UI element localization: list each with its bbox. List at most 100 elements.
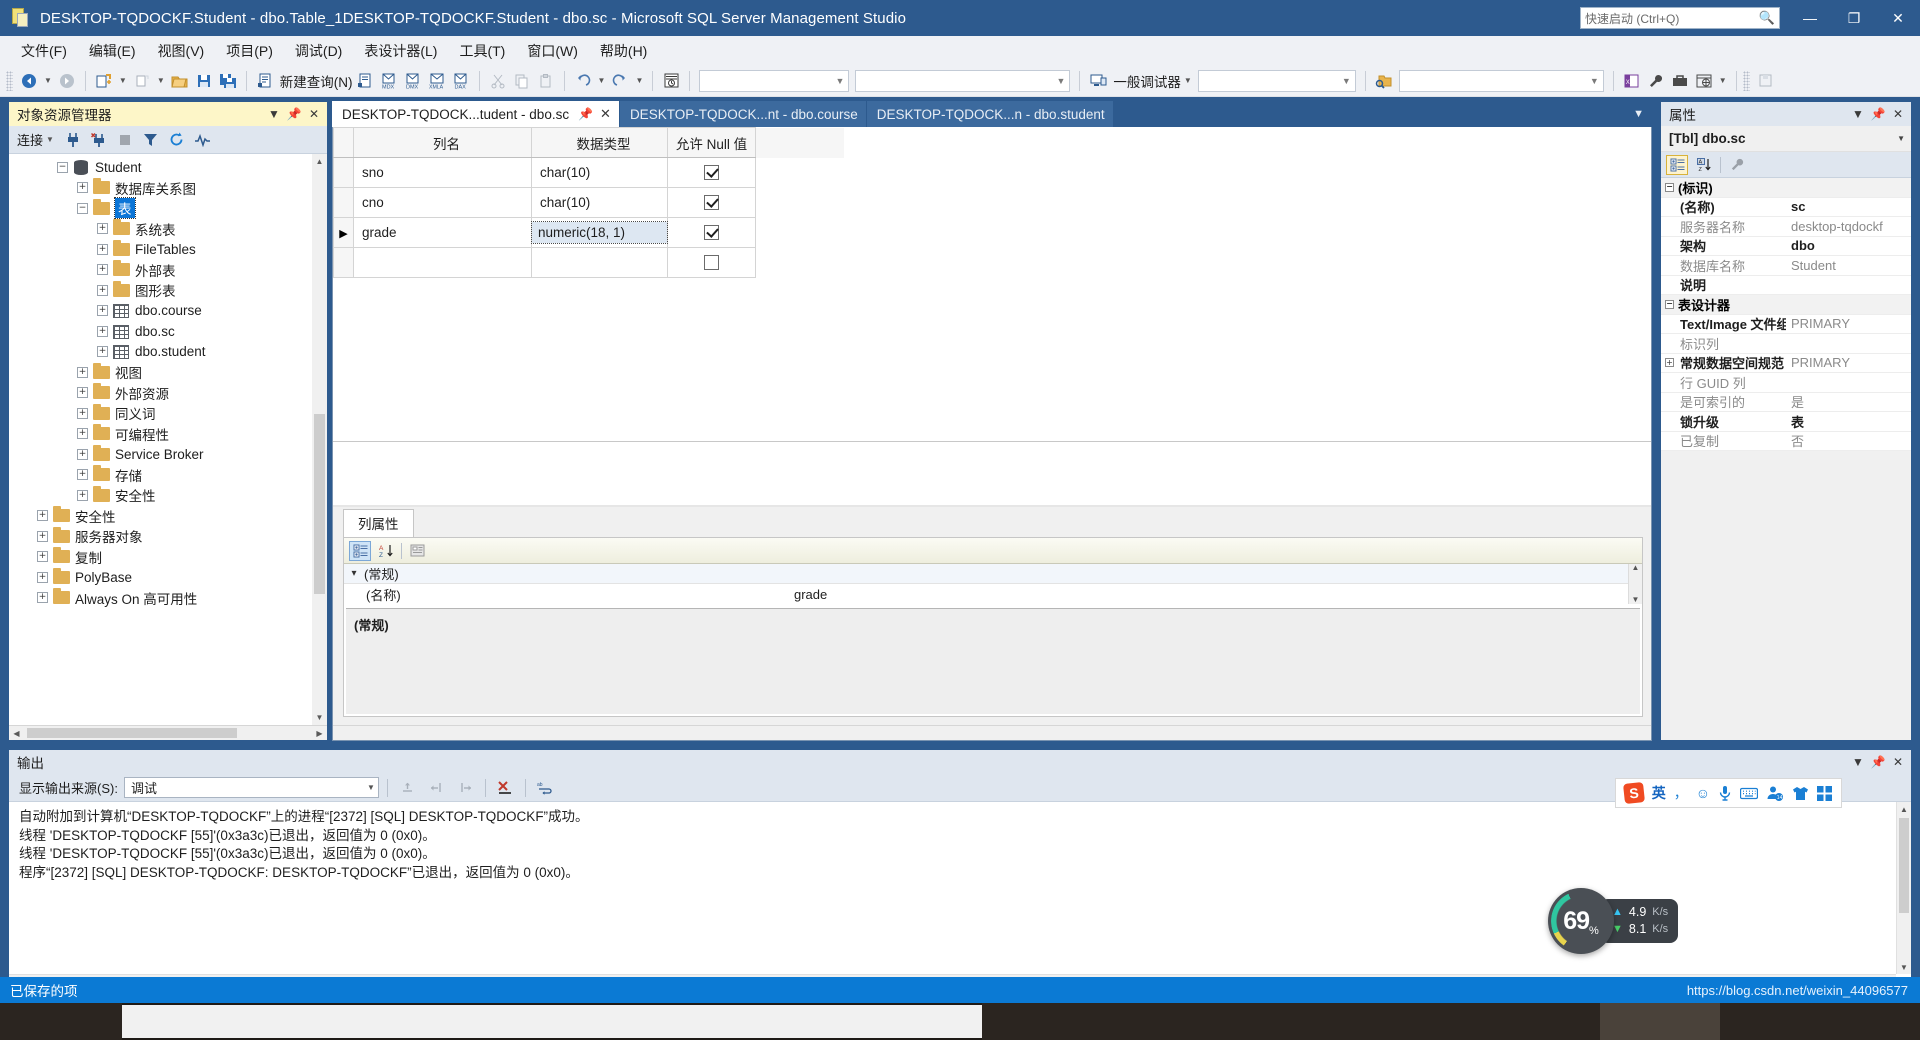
new-query-label[interactable]: 新建查询(N) bbox=[277, 71, 353, 91]
column-definition-grid[interactable]: 列名 数据类型 允许 Null 值 sno char(10) cno char(10)… bbox=[333, 127, 1651, 442]
new-dax-query-icon[interactable]: DAX bbox=[449, 69, 473, 93]
alphabetical-sort-icon[interactable]: AZ bbox=[375, 541, 397, 561]
scroll-down-icon[interactable]: ▼ bbox=[1632, 596, 1640, 604]
toolbar-grip-2[interactable] bbox=[1742, 70, 1750, 91]
chevron-down-icon[interactable]: ▼ bbox=[835, 76, 844, 86]
alphabetical-sort-icon[interactable]: AZ bbox=[1693, 155, 1715, 175]
expand-icon[interactable]: + bbox=[37, 592, 48, 604]
expand-icon[interactable]: + bbox=[37, 530, 48, 542]
available-databases-combo[interactable]: ▼ bbox=[855, 69, 1071, 92]
menu-edit[interactable]: 编辑(E) bbox=[78, 37, 147, 65]
scroll-up-icon[interactable]: ▲ bbox=[1632, 564, 1640, 572]
taskbar-active-window[interactable] bbox=[122, 1005, 982, 1038]
redo-icon[interactable] bbox=[608, 69, 632, 93]
menu-table-designer[interactable]: 表设计器(L) bbox=[353, 37, 448, 65]
toolbar-grip[interactable] bbox=[6, 70, 13, 91]
tab-list-dropdown-icon[interactable]: ▼ bbox=[1625, 101, 1652, 127]
property-row[interactable]: 服务器名称 desktop-tqdockf bbox=[1661, 217, 1911, 237]
new-project-dropdown-icon[interactable]: ▼ bbox=[116, 76, 130, 85]
new-xmla-query-icon[interactable]: XMLA bbox=[425, 69, 449, 93]
new-mdx-query-icon[interactable]: MDX bbox=[377, 69, 401, 93]
ime-user-center-icon[interactable]: 14 bbox=[1766, 785, 1784, 801]
row-selector-cell[interactable] bbox=[333, 247, 354, 278]
tab-dbo-student[interactable]: DESKTOP-TQDOCK...n - dbo.student bbox=[866, 101, 1113, 127]
pin-icon[interactable]: 📌 bbox=[1869, 753, 1887, 771]
expand-icon[interactable]: + bbox=[97, 264, 108, 276]
tree-item[interactable]: + PolyBase bbox=[9, 567, 327, 588]
tree-item[interactable]: + 系统表 bbox=[9, 219, 327, 240]
header-data-type[interactable]: 数据类型 bbox=[531, 127, 668, 158]
collapse-icon[interactable]: − bbox=[1661, 182, 1678, 192]
property-value[interactable]: dbo bbox=[1786, 238, 1911, 253]
cell-allow-nulls[interactable] bbox=[667, 187, 756, 218]
add-item-dropdown-icon[interactable]: ▼ bbox=[154, 76, 168, 85]
menu-file[interactable]: 文件(F) bbox=[10, 37, 78, 65]
expand-icon[interactable]: + bbox=[77, 182, 88, 194]
activity-monitor-icon[interactable] bbox=[191, 129, 215, 151]
new-analysis-query-icon[interactable] bbox=[353, 69, 377, 93]
expand-icon[interactable]: + bbox=[37, 510, 48, 522]
property-value[interactable]: Student bbox=[1786, 258, 1911, 273]
expand-icon[interactable]: + bbox=[97, 223, 108, 235]
ime-skin-icon[interactable] bbox=[1792, 786, 1809, 801]
undo-dropdown-icon[interactable]: ▼ bbox=[595, 76, 609, 85]
tree-horizontal-scrollbar[interactable]: ◀ ▶ bbox=[9, 725, 327, 740]
tree-item[interactable]: + 安全性 bbox=[9, 506, 327, 527]
tree-item[interactable]: + dbo.course bbox=[9, 301, 327, 322]
cell-column-name[interactable] bbox=[353, 247, 532, 278]
expand-icon[interactable]: + bbox=[77, 407, 88, 419]
disconnect-icon[interactable] bbox=[87, 129, 111, 151]
property-value[interactable]: desktop-tqdockf bbox=[1786, 219, 1911, 234]
tree-item[interactable]: + 服务器对象 bbox=[9, 526, 327, 547]
debug-process-combo[interactable]: ▼ bbox=[1197, 69, 1356, 92]
scroll-up-icon[interactable]: ▲ bbox=[312, 154, 327, 169]
properties-grid[interactable]: − (标识) (名称) sc 服务器名称 desktop-tqdockf 架构 dbo 数据库名… bbox=[1661, 178, 1911, 451]
menu-help[interactable]: 帮助(H) bbox=[589, 37, 658, 65]
property-category-row[interactable]: − 表设计器 bbox=[1661, 295, 1911, 315]
property-row[interactable]: (名称) sc bbox=[1661, 198, 1911, 217]
pin-icon[interactable]: 📌 bbox=[285, 105, 303, 123]
clear-output-icon[interactable] bbox=[494, 777, 517, 799]
tree-item[interactable]: + 同义词 bbox=[9, 403, 327, 424]
property-pages-wrench-icon[interactable] bbox=[1726, 155, 1748, 175]
back-dropdown-icon[interactable]: ▼ bbox=[41, 76, 55, 85]
tree-item[interactable]: + FileTables bbox=[9, 239, 327, 260]
tab-column-properties[interactable]: 列属性 bbox=[343, 509, 414, 537]
expand-icon[interactable]: + bbox=[77, 489, 88, 501]
new-query-icon[interactable] bbox=[253, 69, 277, 93]
tab-dbo-course[interactable]: DESKTOP-TQDOCK...nt - dbo.course bbox=[619, 101, 866, 127]
taskbar-left-block[interactable] bbox=[0, 1003, 122, 1040]
web-browser-icon[interactable] bbox=[1692, 69, 1716, 93]
property-category-row[interactable]: − (标识) bbox=[1661, 178, 1911, 198]
table-row[interactable]: ▶ grade numeric(18, 1) bbox=[333, 217, 844, 248]
tree-item[interactable]: + 外部资源 bbox=[9, 383, 327, 404]
cell-data-type[interactable] bbox=[531, 247, 668, 278]
cell-allow-nulls[interactable] bbox=[667, 217, 756, 248]
pin-icon[interactable]: 📌 bbox=[578, 107, 593, 121]
expand-icon[interactable]: + bbox=[77, 366, 88, 378]
undo-icon[interactable] bbox=[571, 69, 595, 93]
table-row[interactable]: sno char(10) bbox=[333, 157, 844, 188]
tree-item[interactable]: − 表 bbox=[9, 197, 327, 220]
table-row[interactable]: cno char(10) bbox=[333, 187, 844, 218]
menu-tools[interactable]: 工具(T) bbox=[448, 37, 516, 65]
property-row[interactable]: 是可索引的 是 bbox=[1661, 393, 1911, 412]
tree-item[interactable]: + 数据库关系图 bbox=[9, 178, 327, 199]
tree-item[interactable]: + Service Broker bbox=[9, 444, 327, 465]
tree-item[interactable]: + Always On 高可用性 bbox=[9, 588, 327, 609]
scroll-thumb[interactable] bbox=[314, 414, 325, 594]
property-row[interactable]: 数据库名称 Student bbox=[1661, 256, 1911, 276]
expand-icon[interactable]: + bbox=[97, 305, 108, 317]
column-properties-scrollbar[interactable]: ▲ ▼ bbox=[1628, 564, 1642, 604]
row-selector-cell[interactable] bbox=[333, 157, 354, 188]
close-button[interactable]: ✕ bbox=[1876, 0, 1920, 36]
tree-item[interactable]: + dbo.sc bbox=[9, 321, 327, 342]
menu-window[interactable]: 窗口(W) bbox=[516, 37, 589, 65]
refresh-icon[interactable] bbox=[165, 129, 189, 151]
navigate-back-icon[interactable] bbox=[17, 69, 41, 93]
maximize-button[interactable]: ❐ bbox=[1832, 0, 1876, 36]
scroll-up-icon[interactable]: ▲ bbox=[1897, 802, 1911, 816]
chevron-down-icon[interactable]: ▼ bbox=[1342, 76, 1351, 86]
find-in-files-icon[interactable] bbox=[1372, 69, 1396, 93]
scroll-thumb[interactable] bbox=[1899, 818, 1909, 913]
